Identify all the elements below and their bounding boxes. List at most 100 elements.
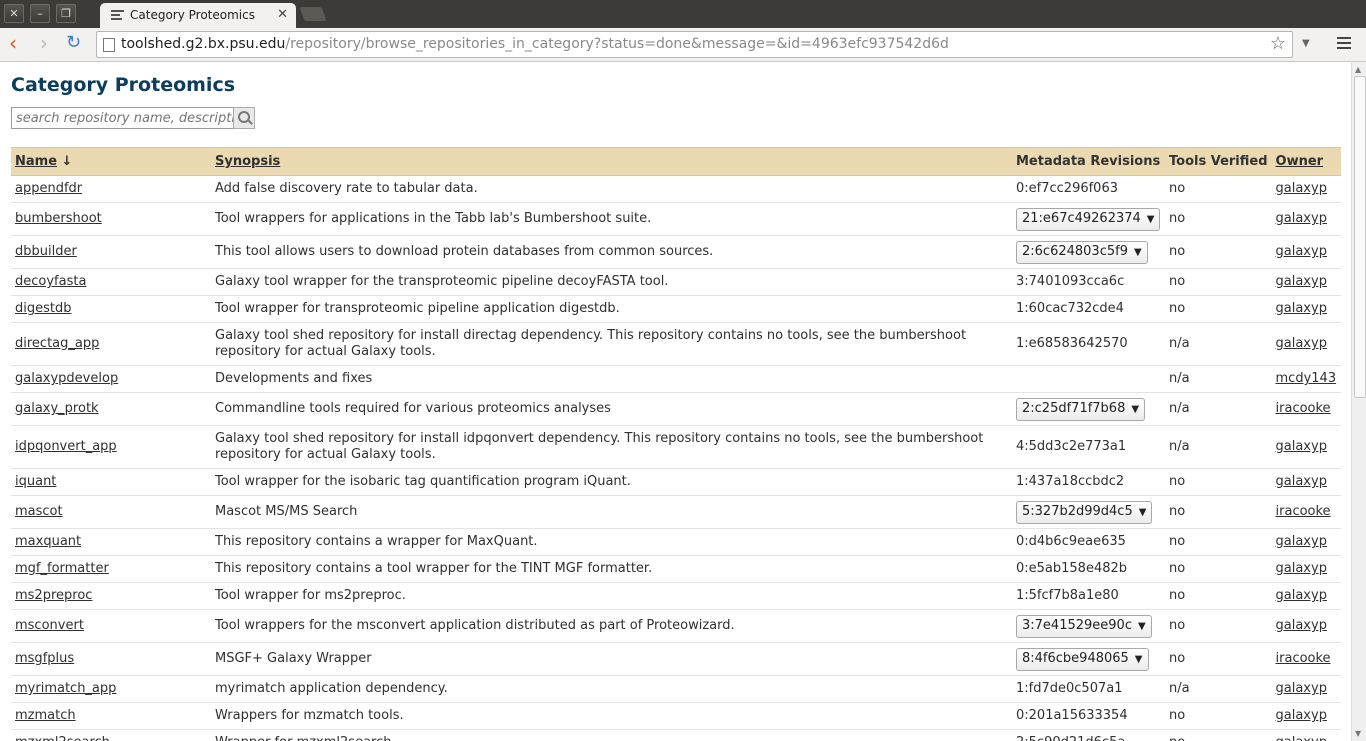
owner-link[interactable]: galaxyp: [1276, 708, 1327, 723]
revision-select[interactable]: 21:e67c49262374 ▼: [1016, 207, 1161, 231]
search-input[interactable]: [11, 107, 235, 129]
reload-icon[interactable]: ↻: [66, 32, 81, 54]
owner-link[interactable]: galaxyp: [1276, 588, 1327, 603]
column-header-name[interactable]: Name ↓: [11, 147, 211, 176]
sort-synopsis-link[interactable]: Synopsis: [215, 154, 280, 169]
star-icon[interactable]: ☆: [1270, 33, 1286, 54]
cell-name: ms2preproc: [11, 582, 211, 610]
owner-link[interactable]: galaxyp: [1276, 244, 1327, 259]
back-arrow-icon[interactable]: ‹: [9, 32, 17, 54]
owner-link[interactable]: mcdy143: [1276, 371, 1337, 386]
repository-link[interactable]: digestdb: [15, 301, 72, 316]
revision-text: 0:201a15633354: [1016, 708, 1128, 723]
column-header-metadata: Metadata Revisions: [1012, 147, 1165, 176]
owner-link[interactable]: galaxyp: [1276, 735, 1327, 741]
repository-link[interactable]: myrimatch_app: [15, 681, 116, 696]
maximize-window-icon[interactable]: ❐: [56, 4, 76, 23]
repository-link[interactable]: ms2preproc: [15, 588, 92, 603]
address-bar[interactable]: toolshed.g2.bx.psu.edu/repository/browse…: [96, 31, 1293, 58]
minimize-window-icon[interactable]: –: [30, 4, 50, 23]
column-header-synopsis[interactable]: Synopsis: [211, 147, 1012, 176]
scroll-up-icon[interactable]: ▲: [1355, 65, 1361, 74]
chevron-down-icon: ▼: [1137, 620, 1146, 632]
tab-close-icon[interactable]: ✕: [277, 7, 288, 22]
owner-link[interactable]: galaxyp: [1276, 301, 1327, 316]
repository-link[interactable]: msgfplus: [15, 651, 74, 666]
repository-link[interactable]: decoyfasta: [15, 274, 86, 289]
search-button[interactable]: [233, 107, 255, 129]
table-row: dbbuilder This tool allows users to downl…: [11, 235, 1341, 269]
repository-link[interactable]: appendfdr: [15, 181, 82, 196]
cell-owner: galaxyp: [1271, 675, 1341, 703]
revision-text: 1:e68583642570: [1016, 336, 1128, 351]
table-row: iquant Tool wrapper for the isobaric tag …: [11, 468, 1341, 496]
close-window-icon[interactable]: ✕: [4, 4, 24, 23]
owner-link[interactable]: galaxyp: [1276, 561, 1327, 576]
revision-select[interactable]: 2:6c624803c5f9 ▼: [1016, 240, 1148, 264]
repository-link[interactable]: galaxypdevelop: [15, 371, 118, 386]
cell-tools-verified: n/a: [1165, 675, 1272, 703]
repository-link[interactable]: mgf_formatter: [15, 561, 109, 576]
cell-owner: iracooke: [1271, 495, 1341, 529]
owner-link[interactable]: iracooke: [1276, 651, 1331, 666]
forward-arrow-icon[interactable]: ›: [40, 32, 48, 54]
sort-owner-link[interactable]: Owner: [1276, 154, 1324, 169]
repository-link[interactable]: directag_app: [15, 336, 99, 351]
cell-revision: 0:ef7cc296f063: [1012, 175, 1165, 203]
scroll-down-icon[interactable]: ▼: [1355, 729, 1361, 738]
revision-text: 2:5c90d21d6c5a: [1016, 735, 1125, 741]
revision-select[interactable]: 5:327b2d99d4c5 ▼: [1016, 500, 1153, 524]
repository-link[interactable]: dbbuilder: [15, 244, 77, 259]
sort-name-link[interactable]: Name: [15, 154, 57, 169]
repository-link[interactable]: galaxy_protk: [15, 401, 99, 416]
cell-name: iquant: [11, 468, 211, 496]
owner-link[interactable]: iracooke: [1276, 504, 1331, 519]
owner-link[interactable]: galaxyp: [1276, 681, 1327, 696]
owner-link[interactable]: galaxyp: [1276, 474, 1327, 489]
cell-owner: galaxyp: [1271, 175, 1341, 203]
cell-synopsis: This repository contains a wrapper for M…: [211, 528, 1012, 556]
owner-link[interactable]: galaxyp: [1276, 439, 1327, 454]
scrollbar-thumb[interactable]: [1354, 76, 1366, 398]
cell-tools-verified: no: [1165, 268, 1272, 296]
revision-select[interactable]: 2:c25df71f7b68 ▼: [1016, 397, 1146, 421]
repository-link[interactable]: idpqonvert_app: [15, 439, 117, 454]
revision-select[interactable]: 8:4f6cbe948065 ▼: [1016, 647, 1149, 671]
cell-revision: 0:d4b6c9eae635: [1012, 528, 1165, 556]
owner-link[interactable]: galaxyp: [1276, 336, 1327, 351]
page-title: Category Proteomics: [11, 74, 236, 96]
column-header-owner[interactable]: Owner: [1271, 147, 1341, 176]
browser-tab[interactable]: Category Proteomics ✕: [100, 3, 296, 28]
repositories-table: Name ↓ Synopsis Metadata Revisions Tools…: [11, 147, 1341, 741]
repository-link[interactable]: iquant: [15, 474, 56, 489]
owner-link[interactable]: galaxyp: [1276, 211, 1327, 226]
repository-link[interactable]: maxquant: [15, 534, 81, 549]
cell-revision: 2:5c90d21d6c5a: [1012, 729, 1165, 741]
owner-link[interactable]: galaxyp: [1276, 274, 1327, 289]
cell-synopsis: Galaxy tool shed repository for install …: [211, 425, 1012, 469]
chevron-down-icon[interactable]: ▼: [1302, 38, 1310, 49]
cell-name: mascot: [11, 495, 211, 529]
repository-link[interactable]: mascot: [15, 504, 63, 519]
new-tab-button[interactable]: [299, 7, 327, 21]
hamburger-menu-icon[interactable]: [1337, 37, 1351, 52]
owner-link[interactable]: galaxyp: [1276, 534, 1327, 549]
owner-link[interactable]: galaxyp: [1276, 181, 1327, 196]
cell-synopsis: Tool wrappers for the msconvert applicat…: [211, 609, 1012, 643]
repository-link[interactable]: msconvert: [15, 618, 84, 633]
column-header-tools: Tools Verified: [1165, 147, 1272, 176]
cell-owner: galaxyp: [1271, 235, 1341, 269]
cell-owner: galaxyp: [1271, 268, 1341, 296]
repository-link[interactable]: mzxml2search: [15, 735, 110, 741]
revision-select[interactable]: 3:7e41529ee90c ▼: [1016, 614, 1152, 638]
owner-link[interactable]: iracooke: [1276, 401, 1331, 416]
cell-owner: galaxyp: [1271, 729, 1341, 741]
cell-name: digestdb: [11, 295, 211, 323]
owner-link[interactable]: galaxyp: [1276, 618, 1327, 633]
cell-owner: galaxyp: [1271, 202, 1341, 236]
repository-link[interactable]: bumbershoot: [15, 211, 102, 226]
cell-name: mzmatch: [11, 702, 211, 730]
repository-link[interactable]: mzmatch: [15, 708, 76, 723]
cell-tools-verified: no: [1165, 235, 1272, 269]
vertical-scrollbar[interactable]: ▲ ▼: [1351, 62, 1366, 741]
